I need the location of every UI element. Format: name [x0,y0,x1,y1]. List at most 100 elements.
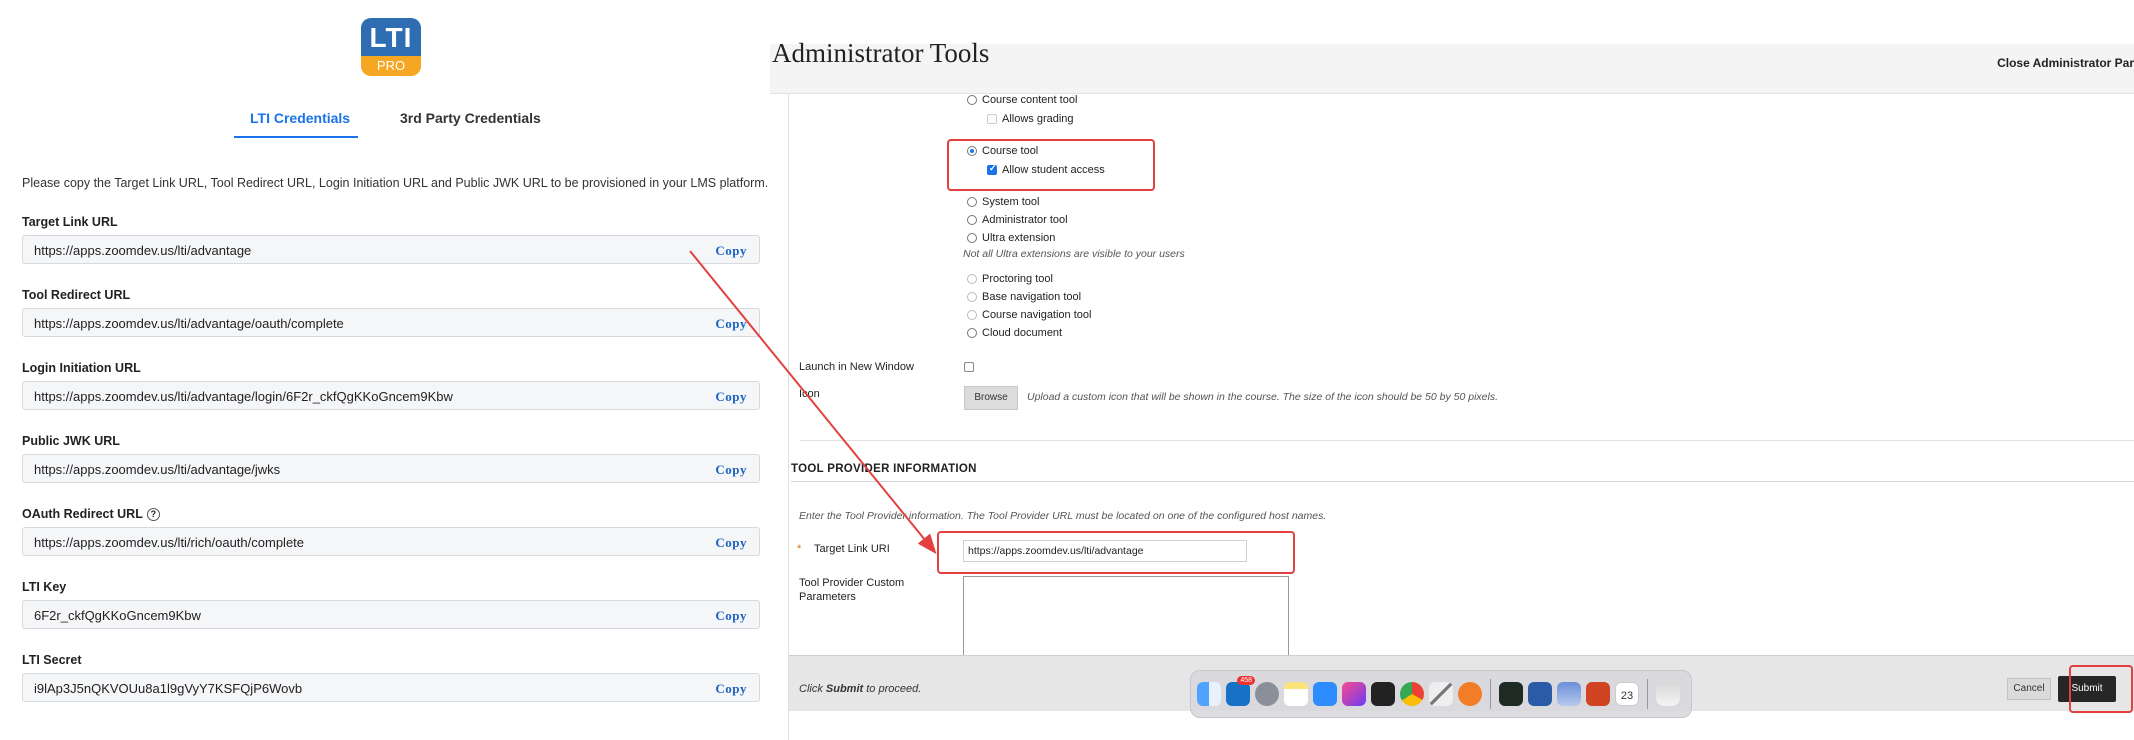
tool-provider-section-title: TOOL PROVIDER INFORMATION [791,463,977,475]
field-value[interactable]: https://apps.zoomdev.us/lti/advantage/oa… [34,316,344,331]
field-label-text: LTI Secret [22,653,82,667]
option-allows-grading[interactable]: Allows grading [987,113,1074,125]
option-course-content-tool[interactable]: Course content tool [967,94,1077,106]
footer-text-post: to proceed. [863,683,922,695]
rocket-icon[interactable] [1255,682,1279,706]
radio-icon[interactable] [967,233,977,243]
target-link-uri-label: Target Link URI [814,543,890,555]
outlook-icon[interactable]: 458 [1226,676,1255,706]
tab-lti-credentials[interactable]: LTI Credentials [250,110,350,126]
field-label-text: Login Initiation URL [22,361,141,375]
copy-button[interactable]: Copy [715,243,747,259]
option-system-tool[interactable]: System tool [967,196,1039,208]
instructions-text: Please copy the Target Link URL, Tool Re… [22,176,769,190]
lti-pro-logo: LTI PRO [361,18,421,76]
pen-icon[interactable] [1429,682,1453,706]
oauth-redirect-url-field: https://apps.zoomdev.us/lti/rich/oauth/c… [22,527,760,556]
intellij-icon[interactable] [1342,682,1366,706]
mail-badge: 458 [1237,676,1255,685]
footer-text-bold: Submit [825,683,864,695]
lti-secret-field: i9lAp3J5nQKVOUu8a1l9gVyY7KSFQjP6Wovb Cop… [22,673,760,702]
notes-icon[interactable] [1284,682,1308,706]
option-label: Proctoring tool [982,273,1053,285]
help-icon[interactable]: ? [146,507,160,521]
option-label: Course content tool [982,94,1078,106]
launch-new-window-label: Launch in New Window [799,361,914,373]
tool-provider-note: Enter the Tool Provider information. The… [799,510,1327,522]
option-proctoring-tool[interactable]: Proctoring tool [967,273,1053,285]
tab-3rd-party-credentials[interactable]: 3rd Party Credentials [400,110,541,126]
field-label: Public JWK URL [22,434,120,448]
option-cloud-document[interactable]: Cloud document [967,327,1062,339]
field-label: Target Link URL [22,215,118,229]
copy-button[interactable]: Copy [715,535,747,551]
radio-disabled-icon[interactable] [967,274,977,284]
field-value[interactable]: https://apps.zoomdev.us/lti/rich/oauth/c… [34,535,304,550]
dock-separator [1647,679,1648,709]
icon-label: Icon [799,388,820,400]
lti-pro-credentials-panel: LTI PRO LTI Credentials 3rd Party Creden… [0,0,770,740]
radio-disabled-icon[interactable] [967,310,977,320]
field-label-text: LTI Key [22,580,67,594]
copy-button[interactable]: Copy [715,316,747,332]
field-label-text: OAuth Redirect URL [22,507,143,521]
section-divider [791,481,2134,482]
annotation-box-target-link-uri [937,531,1295,574]
option-administrator-tool[interactable]: Administrator tool [967,214,1068,226]
target-link-url-field: https://apps.zoomdev.us/lti/advantage Co… [22,235,760,264]
field-value[interactable]: https://apps.zoomdev.us/lti/advantage/jw… [34,462,280,477]
field-label-text: Target Link URL [22,215,118,229]
option-course-navigation-tool[interactable]: Course navigation tool [967,309,1091,321]
custom-params-textarea[interactable] [963,576,1289,660]
option-label: Allows grading [1002,113,1074,125]
terminal-icon[interactable] [1371,682,1395,706]
word-icon[interactable] [1528,682,1552,706]
close-admin-panel-button[interactable]: Close Administrator Par [1997,56,2134,70]
lti-key-field: 6F2r_ckfQgKKoGncem9Kbw Copy [22,600,760,629]
field-value[interactable]: https://apps.zoomdev.us/lti/advantage/lo… [34,389,453,404]
annotation-box-course-tool [947,139,1155,191]
option-label: Ultra extension [982,232,1056,244]
copy-button[interactable]: Copy [715,389,747,405]
copy-button[interactable]: Copy [715,608,747,624]
ultra-extension-note: Not all Ultra extensions are visible to … [963,248,1185,260]
footer-instruction: Click Submit to proceed. [799,683,921,695]
radio-icon[interactable] [967,197,977,207]
launch-new-window-checkbox[interactable] [964,362,974,372]
radio-icon[interactable] [967,328,977,338]
safari-icon[interactable] [1458,682,1482,706]
field-label-text: Public JWK URL [22,434,120,448]
page-title: Administrator Tools [772,38,990,68]
field-value[interactable]: i9lAp3J5nQKVOUu8a1l9gVyY7KSFQjP6Wovb [34,681,302,696]
radio-disabled-icon[interactable] [967,292,977,302]
field-label: Tool Redirect URL [22,288,130,302]
field-label: LTI Secret [22,653,82,667]
cancel-button[interactable]: Cancel [2007,678,2051,700]
powerpoint-icon[interactable] [1586,682,1610,706]
public-jwk-url-field: https://apps.zoomdev.us/lti/advantage/jw… [22,454,760,483]
option-label: Administrator tool [982,214,1068,226]
finder-icon[interactable] [1197,682,1221,706]
copy-button[interactable]: Copy [715,681,747,697]
zoom-icon[interactable] [1313,682,1337,706]
field-value[interactable]: https://apps.zoomdev.us/lti/advantage [34,243,251,258]
logo-top-text: LTI [361,18,421,56]
calendar-icon[interactable]: 23 [1615,682,1639,706]
field-label-text: Tool Redirect URL [22,288,131,302]
copy-button[interactable]: Copy [715,462,747,478]
browse-button[interactable]: Browse [964,386,1018,410]
preview-icon[interactable] [1557,682,1581,706]
field-value[interactable]: 6F2r_ckfQgKKoGncem9Kbw [34,608,201,623]
option-ultra-extension[interactable]: Ultra extension [967,232,1055,244]
logo-bottom-text: PRO [361,56,421,76]
activity-monitor-icon[interactable] [1499,682,1523,706]
trash-icon[interactable] [1656,682,1680,706]
radio-icon[interactable] [967,215,977,225]
radio-icon[interactable] [967,95,977,105]
footer-text-pre: Click [799,683,826,695]
dock-separator [1490,679,1491,709]
chrome-icon[interactable] [1400,682,1424,706]
option-base-navigation-tool[interactable]: Base navigation tool [967,291,1081,303]
checkbox-icon[interactable] [987,114,997,124]
tool-redirect-url-field: https://apps.zoomdev.us/lti/advantage/oa… [22,308,760,337]
